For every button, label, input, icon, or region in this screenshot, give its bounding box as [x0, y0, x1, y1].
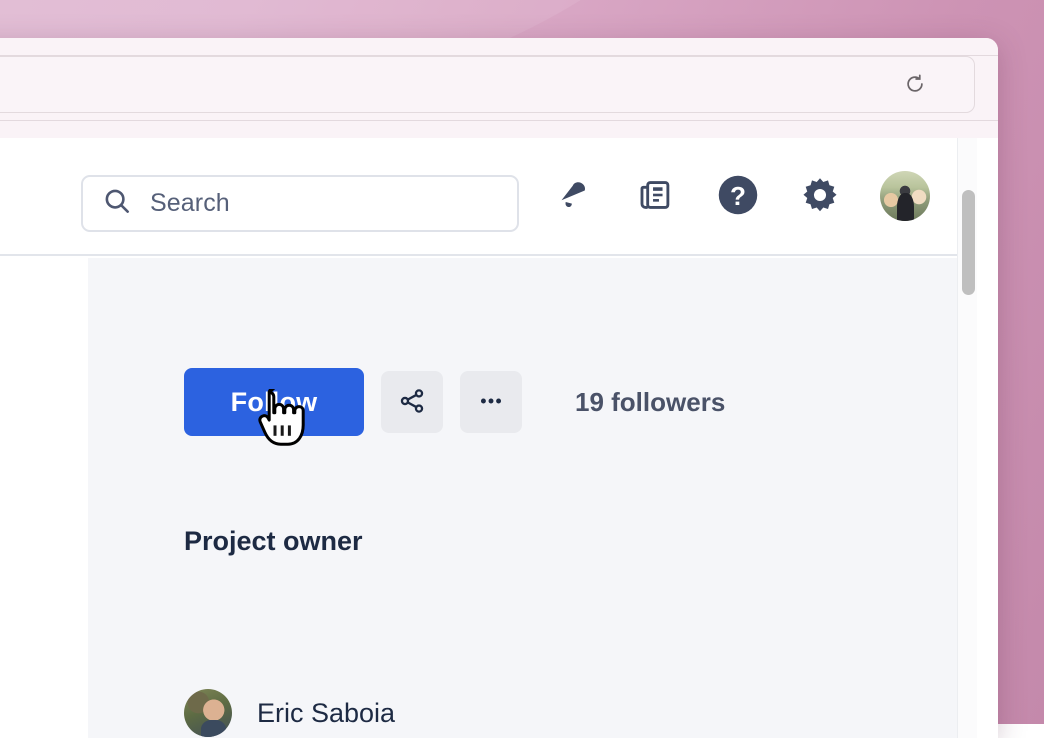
- url-bar[interactable]: [0, 56, 975, 113]
- reload-icon: [904, 73, 926, 100]
- news-icon: [637, 176, 675, 217]
- notifications-button[interactable]: [552, 174, 596, 218]
- share-icon: [398, 387, 426, 418]
- owner-avatar[interactable]: [184, 689, 232, 737]
- help-circle-icon: ?: [716, 173, 760, 220]
- gear-icon: [799, 174, 841, 219]
- help-button[interactable]: ?: [716, 174, 760, 218]
- browser-window: Search: [0, 38, 998, 738]
- action-row: Follow: [184, 368, 725, 436]
- browser-toolbar: [0, 38, 998, 138]
- whats-new-button[interactable]: [634, 174, 678, 218]
- follow-button[interactable]: Follow: [184, 368, 364, 436]
- reload-button[interactable]: [900, 71, 930, 101]
- more-options-button[interactable]: [460, 371, 522, 433]
- content-panel: Follow: [88, 258, 977, 738]
- settings-button[interactable]: [798, 174, 842, 218]
- ellipsis-icon: [477, 387, 505, 418]
- project-owner-heading: Project owner: [184, 526, 363, 557]
- page-viewport: Search: [0, 138, 998, 738]
- svg-text:?: ?: [730, 181, 746, 211]
- page-scrollbar-thumb[interactable]: [962, 190, 975, 295]
- followers-count: 19 followers: [575, 387, 725, 418]
- app-header: Search: [0, 138, 977, 256]
- toolbar-bottom-divider: [0, 120, 998, 121]
- search-input[interactable]: Search: [81, 175, 519, 232]
- sidebar-rail: [0, 258, 88, 738]
- search-icon: [102, 186, 132, 221]
- page-scrollbar[interactable]: [957, 138, 977, 738]
- share-button[interactable]: [381, 371, 443, 433]
- avatar[interactable]: [880, 171, 930, 221]
- header-actions: ?: [552, 171, 930, 221]
- bell-icon: [554, 175, 594, 218]
- search-placeholder: Search: [150, 189, 230, 218]
- project-owner-row[interactable]: Eric Saboia: [184, 689, 395, 737]
